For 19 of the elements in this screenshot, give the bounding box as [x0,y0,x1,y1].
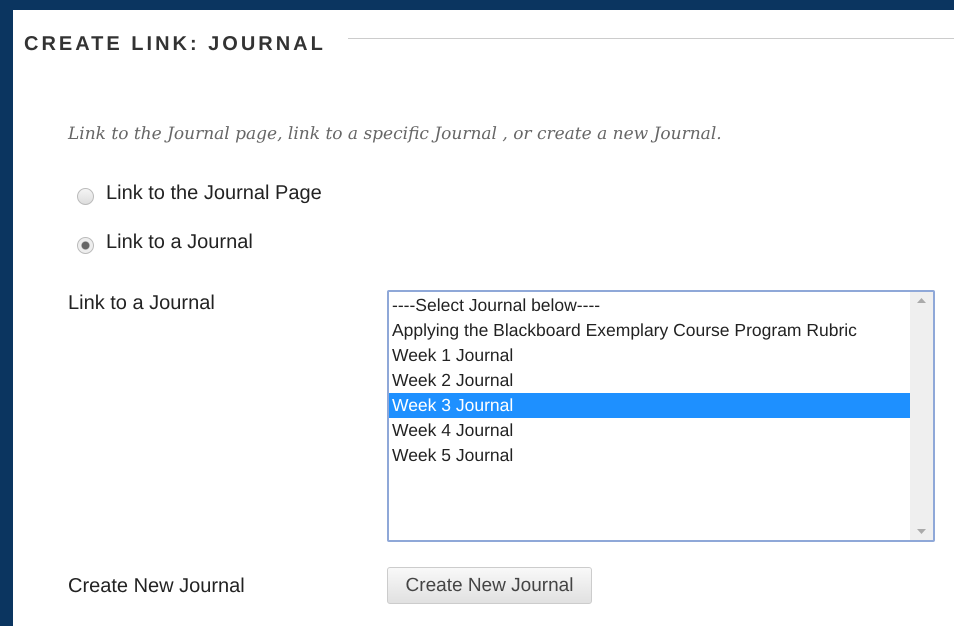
radio-button[interactable] [77,236,94,254]
radio-label[interactable]: Link to a Journal [106,231,253,254]
journal-listbox[interactable]: ----Select Journal below---- Applying the Blackboard Exemplary Course Program Rubric Week 1 Journal Week 2 Journal Week 3 Journal Week 4 Journal Week 5 Journal [387,290,935,542]
list-option[interactable]: Week 1 Journal [389,343,910,368]
list-option[interactable]: Week 2 Journal [389,368,910,393]
list-option[interactable]: Applying the Blackboard Exemplary Course Program Rubric [389,318,910,343]
list-option[interactable]: ----Select Journal below---- [389,293,910,318]
instructions-text: Link to the Journal page, link to a specific Journal , or create a new Journal. [68,124,723,144]
scroll-up-icon[interactable] [917,298,926,303]
scroll-down-icon[interactable] [917,529,926,534]
scrollbar[interactable] [910,292,933,540]
field-label: Link to a Journal [68,291,216,315]
radio-label[interactable]: Link to the Journal Page [106,182,322,205]
create-journal-button[interactable]: Create New Journal [387,567,592,604]
list-option[interactable]: Week 5 Journal [389,443,910,468]
page-heading: CREATE LINK: JOURNAL [24,33,326,56]
list-option[interactable]: Week 4 Journal [389,418,910,443]
radio-button[interactable] [77,188,94,204]
field-label: Create New Journal [68,574,246,598]
